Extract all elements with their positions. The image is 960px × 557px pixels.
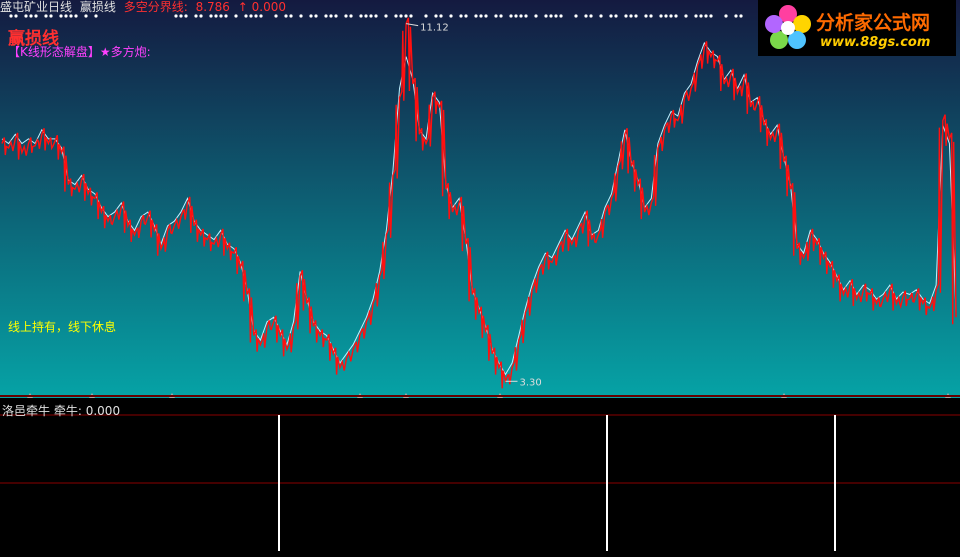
signal-dot (434, 14, 438, 18)
signal-dot (704, 14, 708, 18)
signal-dot (524, 14, 528, 18)
signal-dot (644, 14, 648, 18)
signal-dot (459, 14, 463, 18)
signal-dot (589, 14, 593, 18)
chart-header: 盛屯矿业日线 赢损线 多空分界线: 8.786 ↑ 0.000 (0, 0, 290, 15)
signal-dot (584, 14, 588, 18)
signal-dot (519, 14, 523, 18)
brand-logo: 分析家公式网 www.88gs.com (758, 0, 956, 56)
signal-dot (659, 14, 663, 18)
signal-dot (329, 14, 333, 18)
signal-dot (299, 14, 303, 18)
sub-indicator-chart[interactable] (0, 398, 960, 553)
boundary-value: 8.786 (195, 0, 230, 14)
indicator-name: 赢损线 (79, 0, 116, 14)
signal-dot (494, 14, 498, 18)
signal-dot (309, 14, 313, 18)
signal-dot (549, 14, 553, 18)
sub-indicator-header: 洛邑牵牛 牵牛: 0.000 (2, 402, 120, 419)
signal-dot (534, 14, 538, 18)
signal-dot (499, 14, 503, 18)
stock-name: 盛屯矿业日线 (0, 0, 73, 14)
signal-dot (699, 14, 703, 18)
signal-dot (669, 14, 673, 18)
signal-dot (399, 14, 403, 18)
signal-dot (479, 14, 483, 18)
signal-dot (364, 14, 368, 18)
signal-dot (574, 14, 578, 18)
signal-dot (349, 14, 353, 18)
annotation-trough: 3.30 (520, 377, 542, 388)
signal-dot (599, 14, 603, 18)
signal-dot (739, 14, 743, 18)
signal-dot (404, 14, 408, 18)
signal-dot (514, 14, 518, 18)
signal-dot (664, 14, 668, 18)
signal-dot (464, 14, 468, 18)
signal-dot (439, 14, 443, 18)
signal-dot (474, 14, 478, 18)
signal-dot (334, 14, 338, 18)
signal-dot (624, 14, 628, 18)
signal-dot (384, 14, 388, 18)
sub-series-value: 0.000 (85, 404, 121, 418)
annotation-peak: 11.12 (420, 23, 449, 34)
hold-hint: 线上持有，线下休息 (8, 320, 117, 334)
signal-dot (609, 14, 613, 18)
signal-dot (554, 14, 558, 18)
signal-dot (559, 14, 563, 18)
signal-dot (374, 14, 378, 18)
boundary-label: 多空分界线: (123, 0, 188, 14)
signal-dot (629, 14, 633, 18)
signal-dot (509, 14, 513, 18)
pattern-tagline: 【K线形态解盘】★多方炮: (8, 45, 151, 59)
signal-dot (634, 14, 638, 18)
signal-dot (694, 14, 698, 18)
signal-dot (544, 14, 548, 18)
signal-dot (674, 14, 678, 18)
signal-dot (394, 14, 398, 18)
signal-dot (614, 14, 618, 18)
brand-url: www.88gs.com (820, 35, 931, 50)
signal-dot (324, 14, 328, 18)
sub-indicator-name: 洛邑牵牛 (2, 404, 51, 418)
signal-dot (684, 14, 688, 18)
brand-name: 分析家公式网 (816, 12, 931, 34)
signal-dot (424, 14, 428, 18)
signal-dot (359, 14, 363, 18)
signal-dot (484, 14, 488, 18)
boundary-arrow: ↑ (237, 0, 248, 14)
signal-dot (369, 14, 373, 18)
flower-icon (765, 5, 811, 49)
sub-series-label: 牵牛: (53, 404, 82, 418)
boundary-extra: 0.000 (251, 0, 286, 14)
signal-dot (734, 14, 738, 18)
signal-dot (709, 14, 713, 18)
signal-dot (344, 14, 348, 18)
signal-dot (314, 14, 318, 18)
signal-dot (649, 14, 653, 18)
signal-dot (724, 14, 728, 18)
sub-indicator-panel[interactable] (0, 398, 960, 553)
signal-dot (409, 14, 413, 18)
signal-dot (449, 14, 453, 18)
